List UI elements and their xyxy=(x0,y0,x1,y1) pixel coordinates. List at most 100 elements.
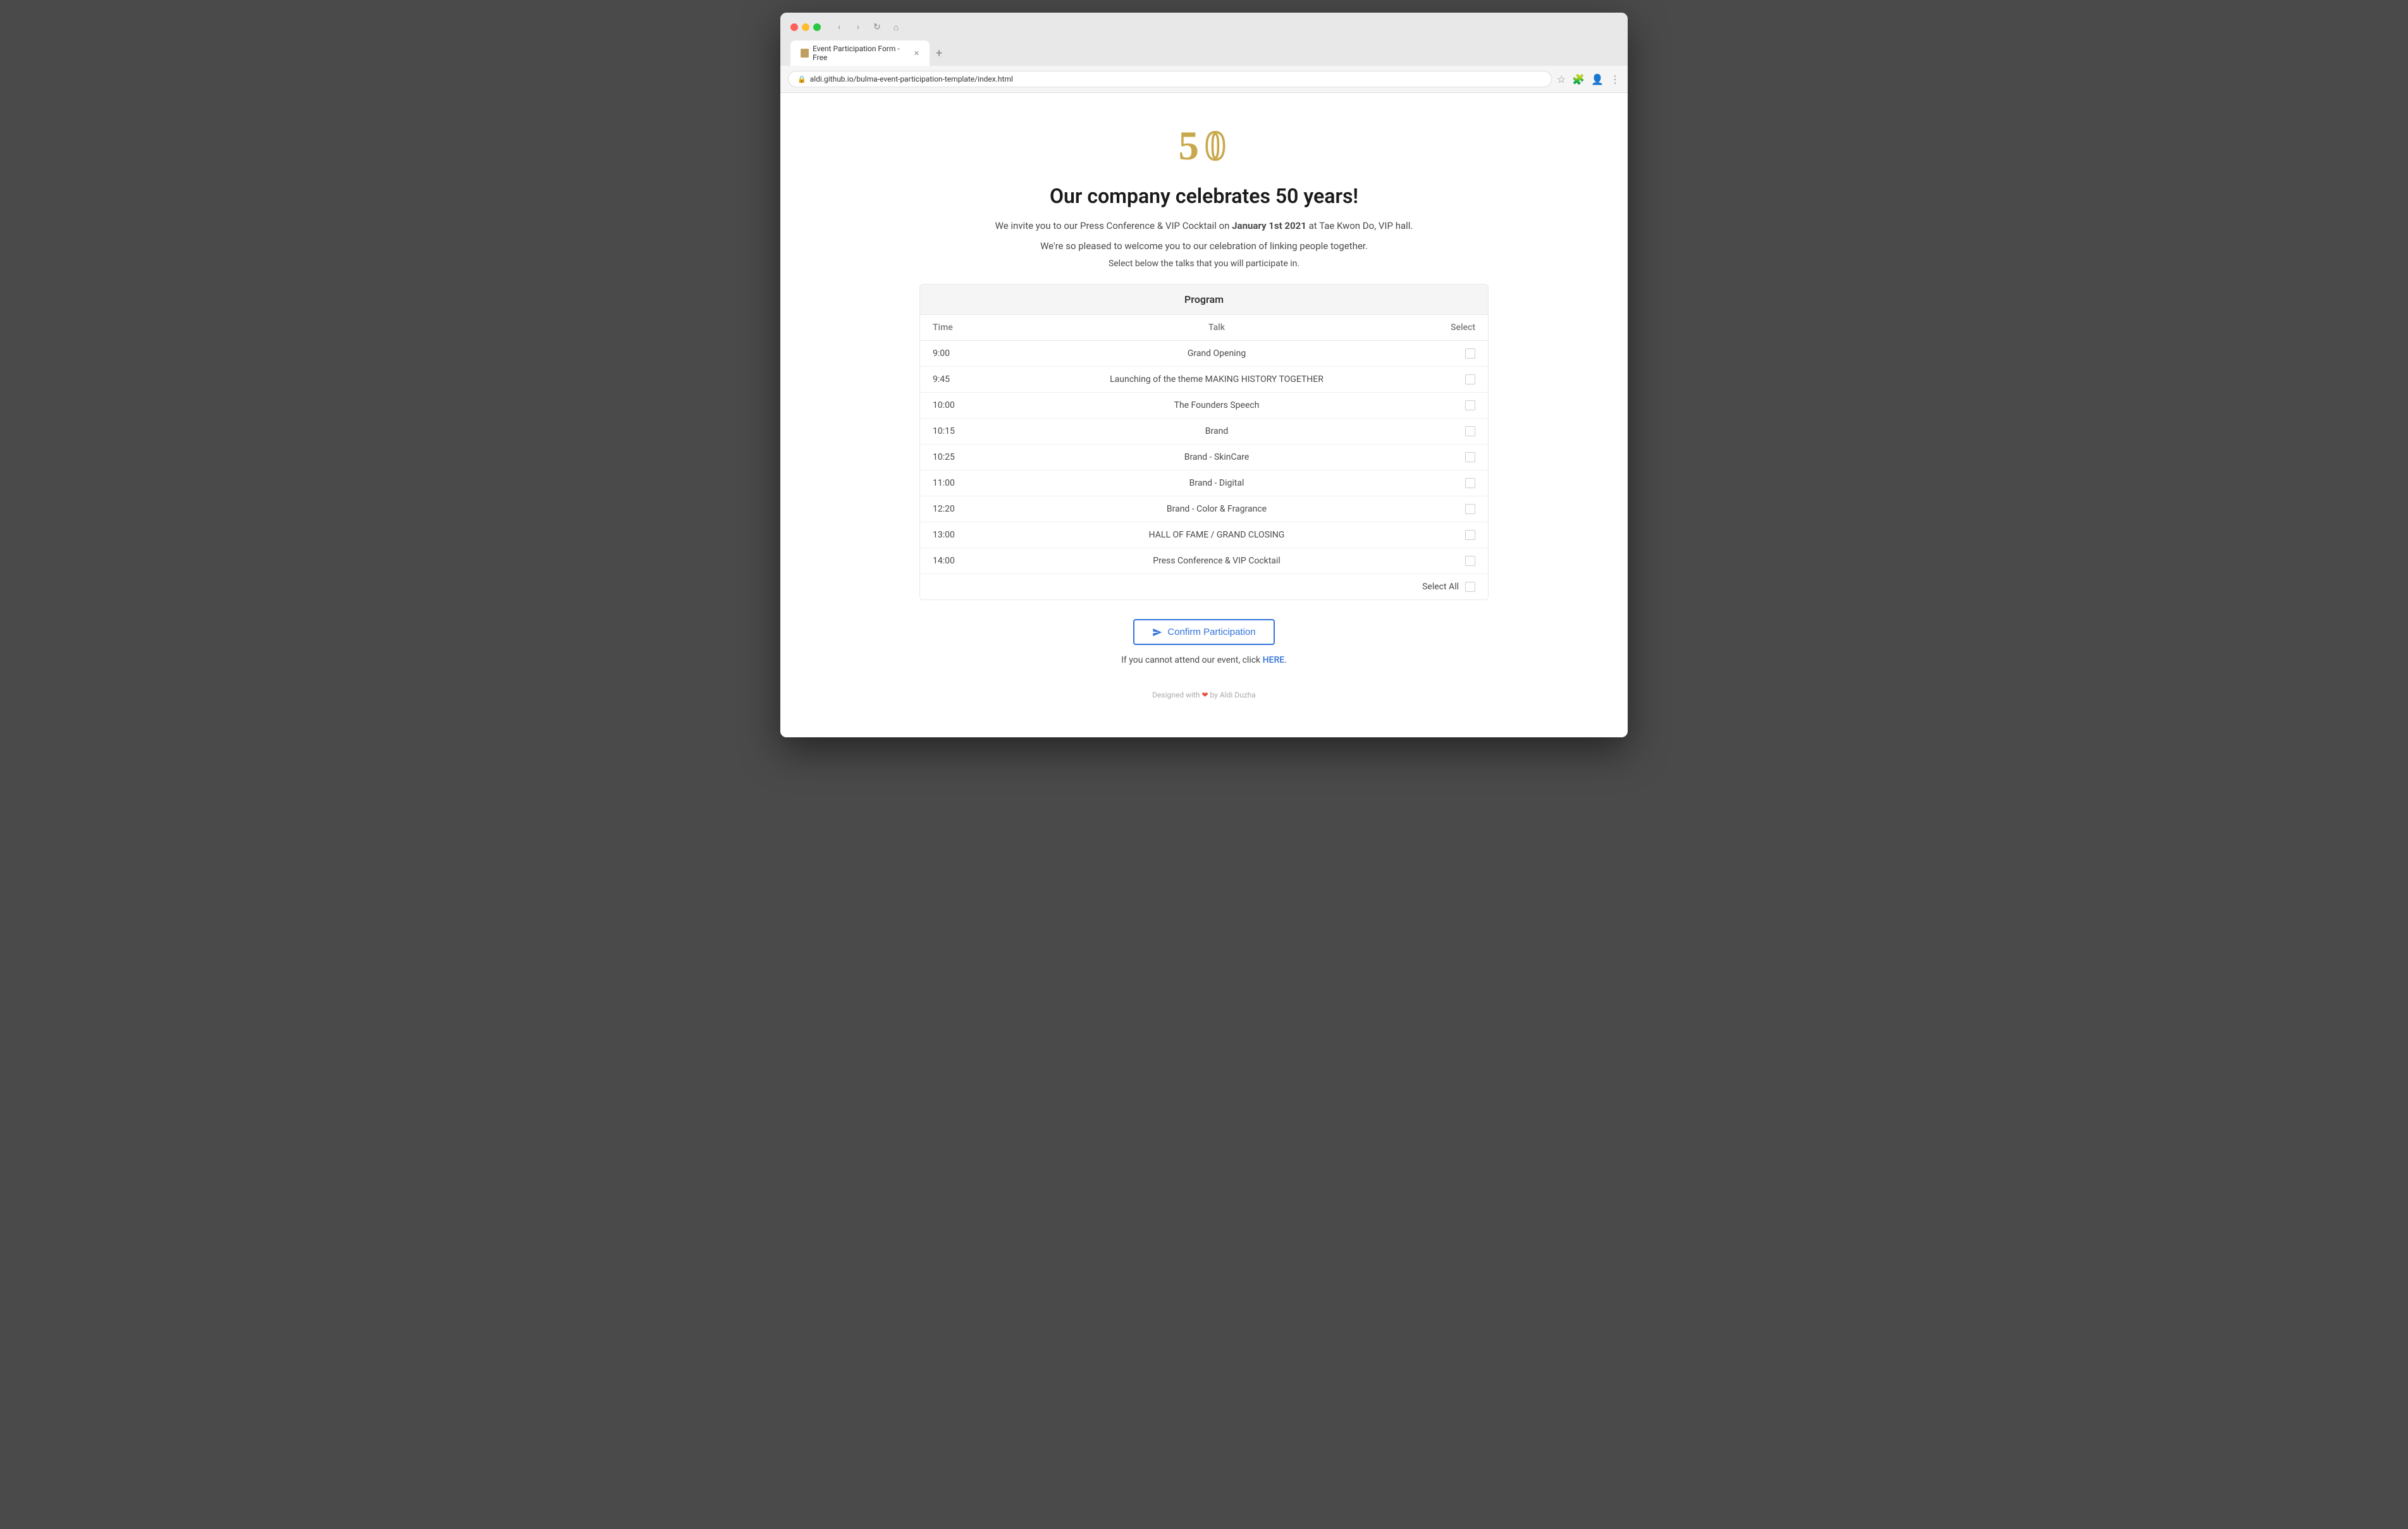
table-body: 9:00Grand Opening9:45Launching of the th… xyxy=(920,341,1488,574)
col-talk: Talk xyxy=(1021,315,1412,341)
row-checkbox-3[interactable] xyxy=(1465,426,1475,436)
row-checkbox-0[interactable] xyxy=(1465,348,1475,359)
subtitle-line1: We invite you to our Press Conference & … xyxy=(919,218,1489,233)
cell-select xyxy=(1412,496,1488,522)
browser-toolbar: 🔒 aldi.github.io/bulma-event-participati… xyxy=(780,66,1628,93)
extensions-icon[interactable]: 🧩 xyxy=(1572,73,1585,85)
main-container: 5 0 Our company celebrates 50 years! We … xyxy=(919,118,1489,699)
cell-select xyxy=(1412,393,1488,419)
cell-time: 10:15 xyxy=(920,419,1021,445)
browser-tabs: Event Participation Form - Free ✕ + xyxy=(790,40,1618,66)
table-row: 10:25Brand - SkinCare xyxy=(920,445,1488,470)
row-checkbox-4[interactable] xyxy=(1465,452,1475,462)
cell-time: 9:00 xyxy=(920,341,1021,367)
tab-favicon xyxy=(801,49,809,58)
anniversary-logo: 5 0 xyxy=(1176,118,1232,169)
cell-talk: Brand - SkinCare xyxy=(1021,445,1412,470)
cell-talk: Grand Opening xyxy=(1021,341,1412,367)
browser-controls: ‹ › ↻ ⌂ xyxy=(790,19,1618,35)
table-row: 9:45Launching of the theme MAKING HISTOR… xyxy=(920,367,1488,393)
row-checkbox-1[interactable] xyxy=(1465,374,1475,384)
bookmark-icon[interactable]: ☆ xyxy=(1557,73,1566,85)
subtitle-prefix: We invite you to our Press Conference & … xyxy=(995,220,1230,231)
cell-time: 13:00 xyxy=(920,522,1021,548)
nav-buttons: ‹ › ↻ ⌂ xyxy=(831,19,904,35)
cell-talk: Brand - Digital xyxy=(1021,470,1412,496)
browser-titlebar: ‹ › ↻ ⌂ Event Participation Form - Free … xyxy=(780,13,1628,66)
subtitle-suffix: at Tae Kwon Do, VIP hall. xyxy=(1309,220,1413,231)
send-icon xyxy=(1152,627,1162,637)
program-box: Program Time Talk Select 9:00Grand Openi… xyxy=(919,284,1489,600)
cell-talk: Brand - Color & Fragrance xyxy=(1021,496,1412,522)
cell-select xyxy=(1412,470,1488,496)
logo-container: 5 0 xyxy=(919,118,1489,171)
close-button[interactable] xyxy=(790,23,798,31)
maximize-button[interactable] xyxy=(813,23,821,31)
toolbar-actions: ☆ 🧩 👤 ⋮ xyxy=(1557,73,1620,85)
select-instruction: Select below the talks that you will par… xyxy=(919,259,1489,269)
attendance-note: If you cannot attend our event, click HE… xyxy=(919,655,1489,665)
new-tab-button[interactable]: + xyxy=(930,43,949,64)
cell-select xyxy=(1412,341,1488,367)
cell-select xyxy=(1412,419,1488,445)
cell-time: 10:25 xyxy=(920,445,1021,470)
cell-talk: Press Conference & VIP Cocktail xyxy=(1021,548,1412,574)
cell-time: 10:00 xyxy=(920,393,1021,419)
table-header: Time Talk Select xyxy=(920,315,1488,341)
traffic-lights xyxy=(790,23,821,31)
cell-select xyxy=(1412,548,1488,574)
row-checkbox-2[interactable] xyxy=(1465,400,1475,410)
forward-button[interactable]: › xyxy=(850,19,866,35)
active-tab[interactable]: Event Participation Form - Free ✕ xyxy=(790,40,930,66)
attendance-link[interactable]: HERE xyxy=(1263,655,1285,665)
refresh-button[interactable]: ↻ xyxy=(869,19,885,35)
back-button[interactable]: ‹ xyxy=(831,19,847,35)
table-row: 13:00HALL OF FAME / GRAND CLOSING xyxy=(920,522,1488,548)
cell-select xyxy=(1412,445,1488,470)
select-all-checkbox[interactable] xyxy=(1465,582,1475,592)
home-button[interactable]: ⌂ xyxy=(888,19,904,35)
svg-text:0: 0 xyxy=(1205,123,1226,169)
tab-close-icon[interactable]: ✕ xyxy=(914,49,919,58)
cell-talk: HALL OF FAME / GRAND CLOSING xyxy=(1021,522,1412,548)
select-all-label: Select All xyxy=(1422,582,1459,592)
tab-title: Event Participation Form - Free xyxy=(813,44,910,62)
row-checkbox-6[interactable] xyxy=(1465,504,1475,514)
table-row: 10:00The Founders Speech xyxy=(920,393,1488,419)
page-content: 5 0 Our company celebrates 50 years! We … xyxy=(780,93,1628,737)
cell-time: 9:45 xyxy=(920,367,1021,393)
cell-select xyxy=(1412,367,1488,393)
minimize-button[interactable] xyxy=(802,23,809,31)
table-row: 10:15Brand xyxy=(920,419,1488,445)
confirm-button-label: Confirm Participation xyxy=(1167,627,1255,637)
attendance-prefix: If you cannot attend our event, click xyxy=(1121,655,1263,665)
cell-select xyxy=(1412,522,1488,548)
attendance-suffix: . xyxy=(1284,655,1287,665)
lock-icon: 🔒 xyxy=(797,75,806,83)
col-select: Select xyxy=(1412,315,1488,341)
cell-time: 11:00 xyxy=(920,470,1021,496)
table-row: 14:00Press Conference & VIP Cocktail xyxy=(920,548,1488,574)
program-header: Program xyxy=(920,285,1488,315)
heart-icon: ❤ xyxy=(1201,691,1208,699)
select-all-row: Select All xyxy=(920,574,1488,599)
cell-time: 12:20 xyxy=(920,496,1021,522)
event-date: January 1st 2021 xyxy=(1232,220,1306,231)
main-title: Our company celebrates 50 years! xyxy=(919,184,1489,208)
account-icon[interactable]: 👤 xyxy=(1591,73,1604,85)
table-row: 12:20Brand - Color & Fragrance xyxy=(920,496,1488,522)
svg-text:5: 5 xyxy=(1179,123,1199,169)
row-checkbox-5[interactable] xyxy=(1465,478,1475,488)
row-checkbox-8[interactable] xyxy=(1465,556,1475,566)
cell-talk: Launching of the theme MAKING HISTORY TO… xyxy=(1021,367,1412,393)
row-checkbox-7[interactable] xyxy=(1465,530,1475,540)
browser-window: ‹ › ↻ ⌂ Event Participation Form - Free … xyxy=(780,13,1628,737)
col-time: Time xyxy=(920,315,1021,341)
cell-talk: Brand xyxy=(1021,419,1412,445)
subtitle-line2: We're so pleased to welcome you to our c… xyxy=(919,238,1489,254)
program-table: Time Talk Select 9:00Grand Opening9:45La… xyxy=(920,315,1488,574)
confirm-button[interactable]: Confirm Participation xyxy=(1133,619,1274,645)
cell-talk: The Founders Speech xyxy=(1021,393,1412,419)
address-bar[interactable]: 🔒 aldi.github.io/bulma-event-participati… xyxy=(788,71,1552,87)
menu-icon[interactable]: ⋮ xyxy=(1610,73,1620,85)
